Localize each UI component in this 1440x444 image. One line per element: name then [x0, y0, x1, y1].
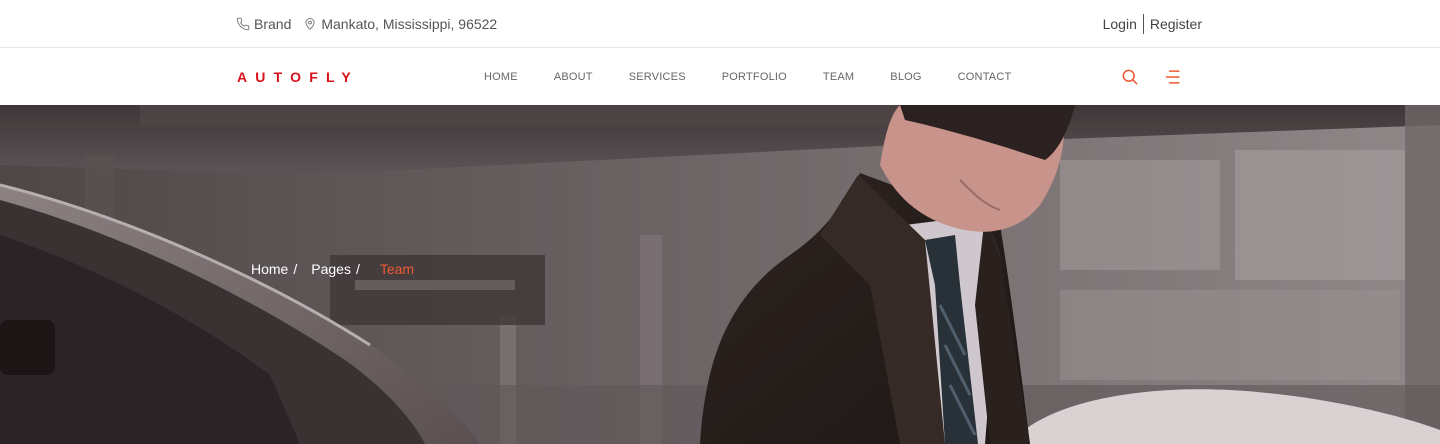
- brand-label: Brand: [254, 16, 292, 32]
- breadcrumb: Home / Pages / Team: [251, 261, 414, 277]
- main-menu: HOME ABOUT SERVICES PORTFOLIO TEAM BLOG …: [484, 49, 1011, 105]
- auth-links: Login Register: [1103, 0, 1202, 48]
- hero-banner: Home / Pages / Team: [0, 105, 1440, 444]
- menu-item-about[interactable]: ABOUT: [554, 71, 593, 83]
- register-link[interactable]: Register: [1150, 16, 1202, 32]
- menu-item-home[interactable]: HOME: [484, 71, 518, 83]
- menu-item-blog[interactable]: BLOG: [890, 71, 921, 83]
- menu-item-services[interactable]: SERVICES: [629, 71, 686, 83]
- site-logo[interactable]: AUTOFLY: [237, 49, 359, 105]
- phone-icon: [236, 17, 250, 31]
- login-link[interactable]: Login: [1103, 16, 1137, 32]
- hero-background-image: [0, 105, 1440, 444]
- main-navbar: AUTOFLY HOME ABOUT SERVICES PORTFOLIO TE…: [0, 49, 1440, 105]
- search-icon[interactable]: [1120, 67, 1140, 87]
- auth-divider: [1142, 14, 1144, 34]
- address-label: Mankato, Mississippi, 96522: [321, 16, 498, 32]
- breadcrumb-separator: /: [293, 261, 298, 277]
- top-info-bar: Brand Mankato, Mississippi, 96522 Login …: [0, 0, 1440, 48]
- breadcrumb-separator: /: [355, 261, 360, 277]
- breadcrumb-current: Team: [379, 261, 415, 277]
- menu-item-portfolio[interactable]: PORTFOLIO: [722, 71, 787, 83]
- address-info: Mankato, Mississippi, 96522: [303, 16, 497, 32]
- breadcrumb-home[interactable]: Home: [251, 261, 288, 277]
- menu-item-team[interactable]: TEAM: [823, 71, 854, 83]
- menu-icon[interactable]: [1163, 67, 1183, 87]
- contact-info: Brand Mankato, Mississippi, 96522: [236, 0, 497, 48]
- breadcrumb-pages[interactable]: Pages: [311, 261, 351, 277]
- menu-item-contact[interactable]: CONTACT: [958, 71, 1012, 83]
- location-pin-icon: [305, 18, 315, 30]
- brand-contact[interactable]: Brand: [236, 16, 291, 32]
